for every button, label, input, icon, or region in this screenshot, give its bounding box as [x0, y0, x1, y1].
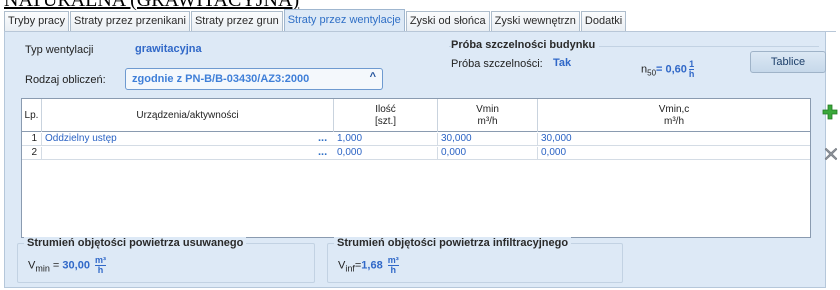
tab-dodatki[interactable]: Dodatki: [580, 11, 627, 31]
tab-bar: Tryby pracy Straty przez przenikani Stra…: [4, 9, 836, 32]
tab-tryby-pracy[interactable]: Tryby pracy: [4, 11, 70, 31]
ventilation-type-value: grawitacyjna: [135, 43, 202, 55]
infiltration-flow-box: Strumień objętości powietrza infiltracyj…: [327, 237, 623, 283]
row-quantity[interactable]: 1,000: [334, 133, 438, 146]
ellipsis-icon[interactable]: ...: [318, 133, 327, 144]
table-header: Lp. Urządzenia/aktywności Ilość [szt.] Vm…: [22, 99, 810, 132]
plus-icon[interactable]: [822, 104, 838, 120]
exhaust-flow-formula: Vmin = 30,00 m³ h: [28, 255, 107, 275]
row-vmin[interactable]: 0,000: [438, 147, 538, 160]
tab-straty-przenikanie[interactable]: Straty przez przenikani: [70, 11, 190, 31]
chevron-up-icon: ^: [369, 71, 376, 83]
tab-zyski-wewnetrzne[interactable]: Zyski wewnętrzn: [490, 11, 580, 31]
row-vminc: 30,000: [541, 133, 572, 144]
calc-type-dropdown[interactable]: zgodnie z PN-B/B-03430/AZ3:2000 ^: [125, 68, 383, 90]
column-header-quantity[interactable]: Ilość [szt.]: [334, 99, 438, 132]
tightness-group-title: Próba szczelności budynku: [451, 39, 600, 51]
column-header-vmin[interactable]: Vmin m³/h: [438, 99, 538, 132]
row-device-name[interactable]: [42, 147, 334, 160]
calc-type-label: Rodzaj obliczeń:: [25, 74, 106, 86]
infiltration-flow-unit: m³ h: [387, 255, 399, 275]
x-delete-icon[interactable]: [824, 147, 838, 161]
exhaust-flow-title: Strumień objętości powietrza usuwanego: [24, 237, 247, 249]
row-number: 1: [22, 133, 42, 146]
tab-straty-wentylacje[interactable]: Straty przez wentylacje: [283, 9, 405, 31]
column-header-lp[interactable]: Lp.: [22, 99, 42, 132]
infiltration-flow-value: 1,68: [361, 259, 383, 272]
table-row[interactable]: 1 Oddzielny ustęp ... 1,000 30,000 30,00…: [22, 133, 810, 146]
column-header-devices[interactable]: Urządzenia/aktywności: [42, 99, 334, 132]
row-vminc: 0,000: [541, 147, 567, 158]
n50-unit: 1h: [688, 60, 695, 79]
exhaust-flow-unit: m³ h: [95, 255, 107, 275]
row-vmin[interactable]: 30,000: [438, 133, 538, 146]
n50-value: = 0,60: [656, 63, 687, 76]
n50-subscript: 50: [647, 68, 657, 78]
table-row[interactable]: 2 ... 0,000 0,000 0,000: [22, 147, 810, 160]
n50-readout: n50= 0,60 1 h: [641, 60, 695, 79]
column-header-vminc[interactable]: Vmin,c m³/h: [538, 99, 810, 132]
ventilation-type-label: Typ wentylacji: [25, 44, 94, 56]
calc-type-value: zgodnie z PN-B/B-03430/AZ3:2000: [132, 73, 310, 85]
infiltration-flow-title: Strumień objętości powietrza infiltracyj…: [334, 237, 572, 249]
tablice-button[interactable]: Tablice: [750, 51, 826, 73]
tab-straty-grunt[interactable]: Straty przez grun: [190, 11, 283, 31]
infiltration-flow-formula: Vinf=1,68 m³ h: [338, 255, 399, 275]
row-number: 2: [22, 147, 42, 160]
tab-zyski-slonca[interactable]: Zyski od słońca: [405, 11, 490, 31]
devices-table: Lp. Urządzenia/aktywności Ilość [szt.] Vm…: [21, 98, 811, 238]
tightness-value: Tak: [553, 57, 572, 69]
exhaust-flow-value: 30,00: [62, 259, 90, 272]
row-device-name[interactable]: Oddzielny ustęp: [42, 133, 334, 146]
ellipsis-icon[interactable]: ...: [318, 147, 327, 158]
exhaust-flow-box: Strumień objętości powietrza usuwanego V…: [17, 237, 315, 283]
n50-unit-denominator: h: [688, 69, 695, 79]
tightness-label: Próba szczelności:: [451, 58, 543, 70]
ventilation-panel: Typ wentylacji grawitacyjna Rodzaj oblic…: [4, 32, 826, 288]
row-quantity[interactable]: 0,000: [334, 147, 438, 160]
